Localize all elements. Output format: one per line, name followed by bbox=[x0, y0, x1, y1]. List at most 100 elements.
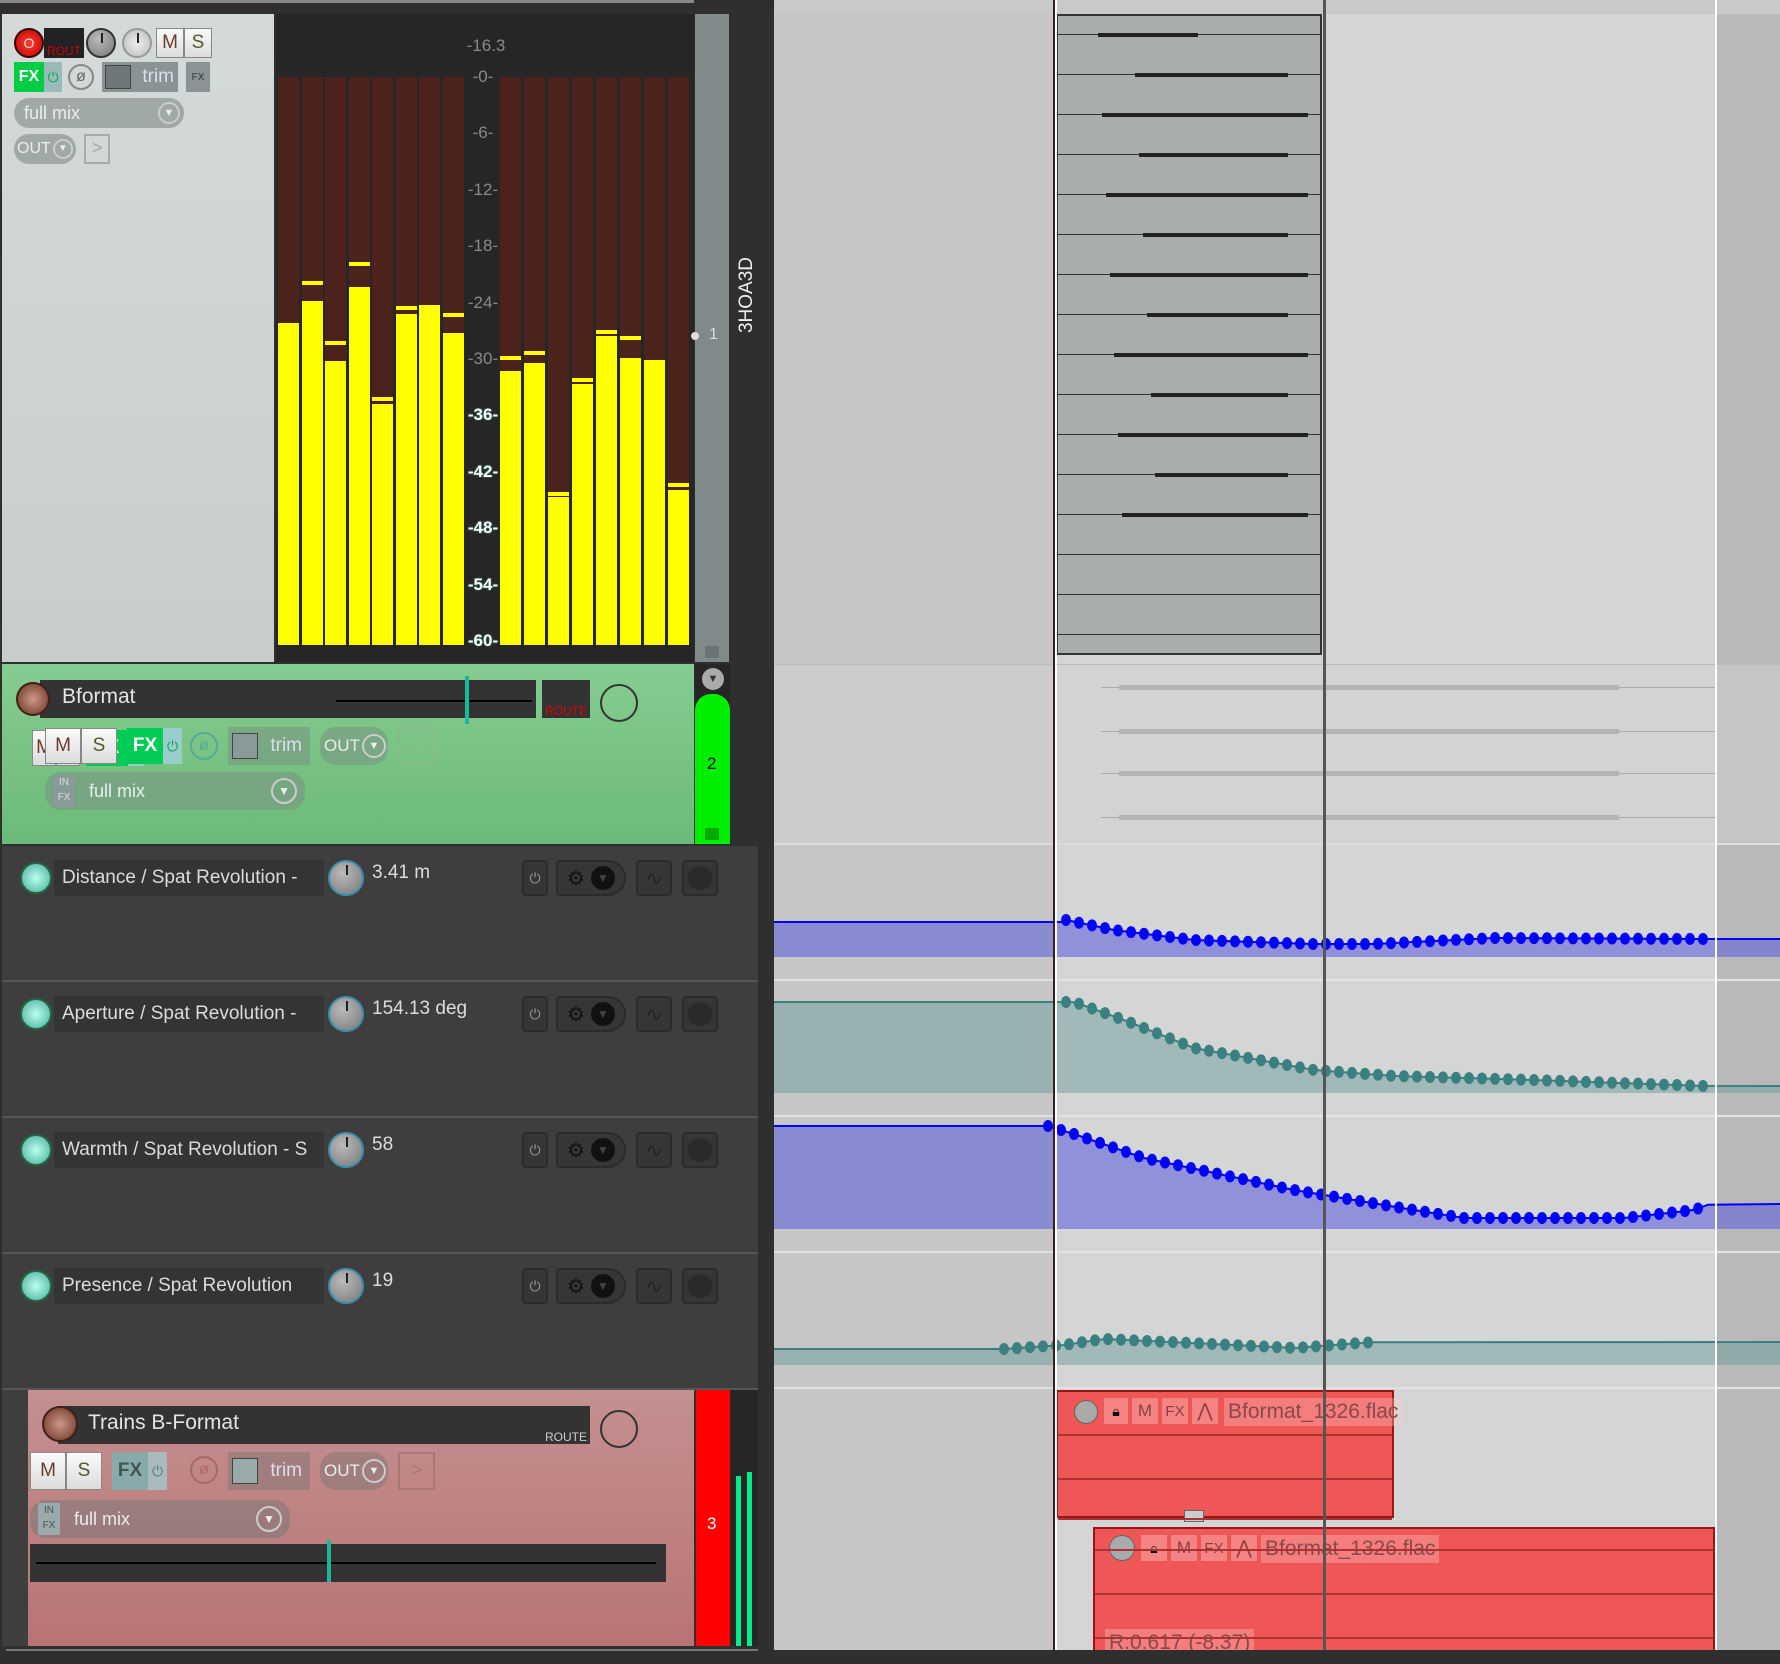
envelope-shape-button[interactable]: ∿ bbox=[636, 1268, 672, 1304]
envelope-point[interactable] bbox=[1126, 1016, 1136, 1029]
fx-button[interactable]: FX bbox=[127, 728, 163, 764]
volume-fader-thumb[interactable] bbox=[465, 676, 469, 724]
envelope-settings-button[interactable]: ⚙ ▼ bbox=[556, 860, 626, 896]
fx-in-button[interactable]: FX bbox=[186, 62, 210, 92]
envelope-value-knob[interactable] bbox=[328, 1132, 364, 1168]
envelope-point[interactable] bbox=[1412, 1070, 1422, 1083]
envelope-name[interactable]: Presence / Spat Revolution bbox=[54, 1268, 324, 1304]
send-button[interactable]: > bbox=[84, 134, 110, 164]
phase-invert-button[interactable]: ø bbox=[190, 732, 218, 760]
envelope-point[interactable] bbox=[1147, 1153, 1157, 1166]
envelope-point[interactable] bbox=[1620, 1077, 1630, 1090]
envelope-point[interactable] bbox=[1152, 1027, 1162, 1040]
phase-invert-button[interactable]: ø bbox=[190, 1456, 218, 1484]
phase-invert-button[interactable]: ø bbox=[68, 64, 94, 90]
envelope-value-knob[interactable] bbox=[328, 996, 364, 1032]
collapse-arrow-icon[interactable]: ▼ bbox=[702, 668, 724, 690]
trim-button[interactable]: trim bbox=[102, 62, 178, 92]
envelope-point[interactable] bbox=[1100, 1007, 1110, 1020]
track-name-field[interactable]: Bformat bbox=[40, 680, 536, 718]
fx-bypass-icon[interactable]: ⏻ bbox=[44, 62, 62, 92]
envelope-point[interactable] bbox=[1095, 1136, 1105, 1149]
envelope-point[interactable] bbox=[1269, 936, 1279, 949]
envelope-point[interactable] bbox=[1282, 937, 1292, 950]
envelope-point[interactable] bbox=[1204, 1044, 1214, 1057]
input-select[interactable]: IN FX full mix ▼ bbox=[45, 772, 305, 810]
envelope-point[interactable] bbox=[1259, 1340, 1269, 1353]
envelope-point[interactable] bbox=[1103, 1333, 1113, 1346]
item-mute-button[interactable]: M bbox=[1132, 1398, 1158, 1424]
envelope-point[interactable] bbox=[1628, 1210, 1638, 1223]
envelope-point[interactable] bbox=[1243, 935, 1253, 948]
send-button[interactable]: > bbox=[398, 727, 435, 765]
envelope-point[interactable] bbox=[1290, 1184, 1300, 1197]
envelope-point[interactable] bbox=[1152, 929, 1162, 942]
envelope-point[interactable] bbox=[1220, 1338, 1230, 1351]
envelope-point[interactable] bbox=[1121, 1145, 1131, 1158]
envelope-point[interactable] bbox=[1230, 935, 1240, 948]
envelope-point[interactable] bbox=[1282, 1059, 1292, 1072]
envelope-point[interactable] bbox=[1194, 1337, 1204, 1350]
envelope-point[interactable] bbox=[1490, 932, 1500, 945]
envelope-point[interactable] bbox=[1077, 1336, 1087, 1349]
envelope-point[interactable] bbox=[1074, 916, 1084, 929]
envelope-point[interactable] bbox=[1272, 1341, 1282, 1354]
envelope-point[interactable] bbox=[1412, 935, 1422, 948]
send-button[interactable]: > bbox=[398, 1452, 435, 1490]
envelope-point[interactable] bbox=[1277, 1181, 1287, 1194]
item-volume-knob[interactable] bbox=[1074, 1400, 1098, 1424]
envelope-point[interactable] bbox=[1295, 1061, 1305, 1074]
envelope-point[interactable] bbox=[1477, 932, 1487, 945]
envelope-shape-button[interactable]: ∿ bbox=[636, 860, 672, 896]
envelope-learn-button[interactable] bbox=[682, 1268, 718, 1304]
envelope-point[interactable] bbox=[1264, 1178, 1274, 1191]
envelope-point[interactable] bbox=[1178, 932, 1188, 945]
lock-icon[interactable]: 🔒︎ bbox=[1104, 1398, 1128, 1424]
envelope-point[interactable] bbox=[1602, 1212, 1612, 1224]
fx-button[interactable]: FX bbox=[14, 62, 44, 92]
envelope-active-button[interactable] bbox=[20, 1134, 52, 1166]
envelope-point[interactable] bbox=[1108, 1141, 1118, 1154]
envelope-point[interactable] bbox=[1191, 934, 1201, 947]
item-envelope-icon[interactable]: ⋀ bbox=[1231, 1535, 1257, 1561]
envelope-point[interactable] bbox=[1576, 1212, 1586, 1224]
envelope-point[interactable] bbox=[1459, 1212, 1469, 1224]
envelope-learn-button[interactable] bbox=[682, 1132, 718, 1168]
envelope-point[interactable] bbox=[1672, 1079, 1682, 1092]
envelope-point[interactable] bbox=[1347, 938, 1357, 950]
envelope-point[interactable] bbox=[1074, 997, 1084, 1010]
envelope-point[interactable] bbox=[1438, 1071, 1448, 1084]
envelope-point[interactable] bbox=[1693, 1202, 1703, 1215]
envelope-point[interactable] bbox=[1451, 933, 1461, 946]
envelope-point[interactable] bbox=[1233, 1339, 1243, 1352]
envelope-bypass-button[interactable]: ⏻ bbox=[522, 1268, 548, 1304]
envelope-point[interactable] bbox=[1342, 1192, 1352, 1205]
arrange-view[interactable]: 🔒︎ M FX ⋀ Bformat_1326.flac 🔒︎ M FX ⋀ Bf… bbox=[774, 0, 1780, 1650]
envelope-point[interactable] bbox=[1126, 926, 1136, 939]
envelope-point[interactable] bbox=[1212, 1167, 1222, 1180]
envelope-point[interactable] bbox=[1113, 924, 1123, 937]
envelope-point[interactable] bbox=[1381, 1199, 1391, 1212]
envelope-point[interactable] bbox=[1295, 937, 1305, 950]
envelope-point[interactable] bbox=[1477, 1072, 1487, 1085]
envelope-point[interactable] bbox=[1350, 1337, 1360, 1350]
horizontal-scrollbar[interactable] bbox=[774, 1650, 1780, 1664]
envelope-learn-button[interactable] bbox=[682, 860, 718, 896]
trains-number-strip[interactable]: 3 bbox=[696, 1390, 730, 1646]
envelope-point[interactable] bbox=[1043, 1120, 1053, 1132]
envelope-point[interactable] bbox=[1542, 1074, 1552, 1087]
envelope-active-button[interactable] bbox=[20, 998, 52, 1030]
bformat-number-strip[interactable]: ▼ 2 bbox=[695, 664, 730, 844]
envelope-point[interactable] bbox=[1373, 1068, 1383, 1081]
route-button[interactable]: ROUTE bbox=[542, 1406, 590, 1444]
envelope-point[interactable] bbox=[1680, 1205, 1690, 1218]
envelope-point[interactable] bbox=[1337, 1338, 1347, 1351]
envelope-point[interactable] bbox=[1246, 1339, 1256, 1352]
envelope-point[interactable] bbox=[1251, 1175, 1261, 1188]
edit-cursor[interactable] bbox=[1323, 0, 1326, 1650]
envelope-point[interactable] bbox=[1142, 1334, 1152, 1347]
volume-fader-track[interactable] bbox=[336, 700, 532, 702]
envelope-point[interactable] bbox=[1217, 934, 1227, 947]
envelope-active-button[interactable] bbox=[20, 862, 52, 894]
route-button[interactable]: ROUT bbox=[44, 28, 84, 58]
